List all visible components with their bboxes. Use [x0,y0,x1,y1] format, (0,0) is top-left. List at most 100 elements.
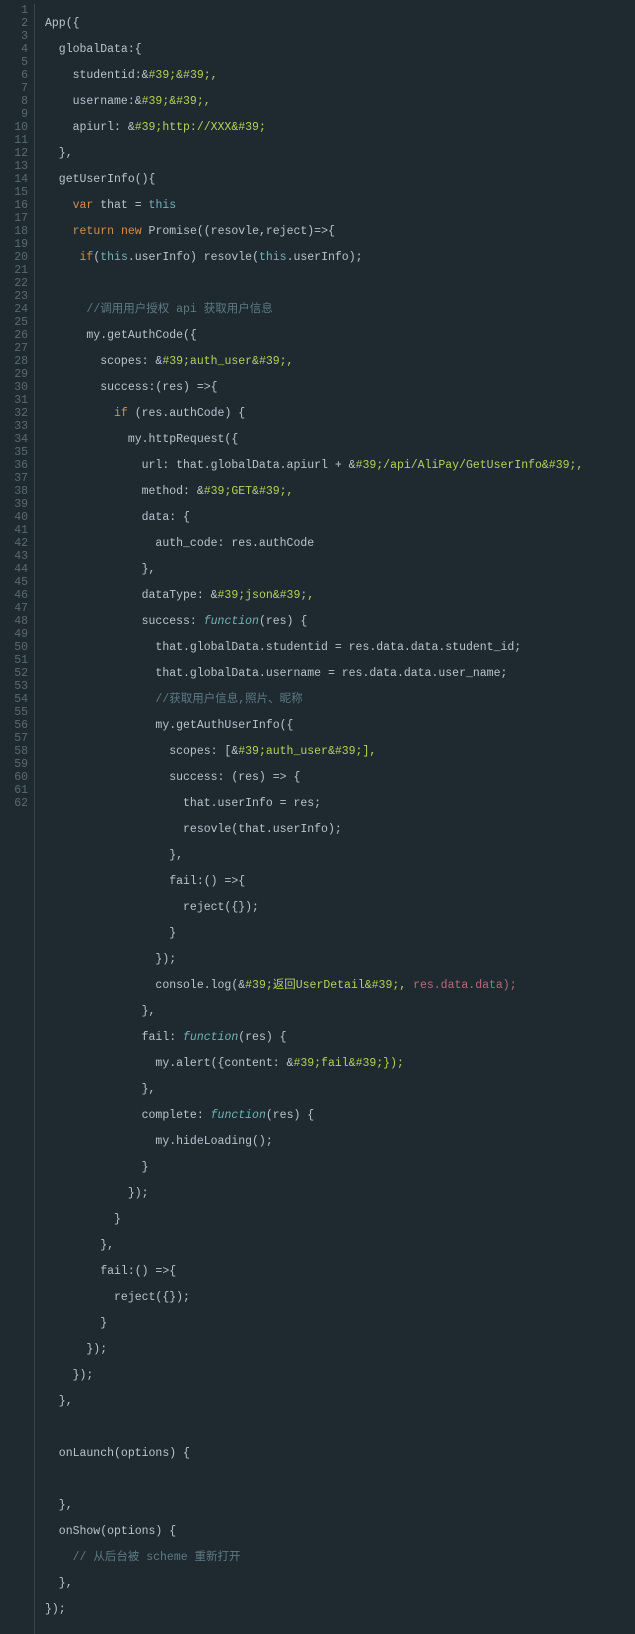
line-number: 34 [0,433,28,446]
code-line: success: function(res) { [45,615,635,628]
line-number: 43 [0,550,28,563]
code-line [45,1421,635,1434]
code-line: that.globalData.studentid = res.data.dat… [45,641,635,654]
line-number: 21 [0,264,28,277]
code-line: fail:() =>{ [45,875,635,888]
code-line: return new Promise((resovle,reject)=>{ [45,225,635,238]
line-number: 28 [0,355,28,368]
line-number: 55 [0,706,28,719]
code-line: }, [45,1395,635,1408]
code-line: onShow(options) { [45,1525,635,1538]
code-line: //调用用户授权 api 获取用户信息 [45,303,635,316]
line-number: 50 [0,641,28,654]
line-number: 10 [0,121,28,134]
line-number: 48 [0,615,28,628]
line-number: 8 [0,95,28,108]
code-line: }, [45,1239,635,1252]
code-line: }); [45,1343,635,1356]
line-number: 16 [0,199,28,212]
line-number: 22 [0,277,28,290]
code-line: that.globalData.username = res.data.data… [45,667,635,680]
code-line: console.log(&#39;返回UserDetail&#39;, res.… [45,979,635,992]
line-number: 39 [0,498,28,511]
code-line: } [45,1161,635,1174]
line-number: 24 [0,303,28,316]
line-number: 17 [0,212,28,225]
line-number: 27 [0,342,28,355]
line-number: 18 [0,225,28,238]
code-line: success: (res) => { [45,771,635,784]
code-line: username:&#39;&#39;, [45,95,635,108]
code-line: onLaunch(options) { [45,1447,635,1460]
code-editor: 1234567891011121314151617181920212223242… [0,0,635,1634]
code-line: scopes: [&#39;auth_user&#39;], [45,745,635,758]
line-number: 2 [0,17,28,30]
code-line: studentid:&#39;&#39;, [45,69,635,82]
code-line: }, [45,147,635,160]
code-line: }); [45,1603,635,1616]
code-line: }, [45,1005,635,1018]
code-line: getUserInfo(){ [45,173,635,186]
line-number: 62 [0,797,28,810]
code-line: }); [45,953,635,966]
line-number: 61 [0,784,28,797]
code-line: var that = this [45,199,635,212]
code-line: reject({}); [45,901,635,914]
code-line: // 从后台被 scheme 重新打开 [45,1551,635,1564]
line-number: 4 [0,43,28,56]
line-number: 3 [0,30,28,43]
line-number: 49 [0,628,28,641]
line-number: 59 [0,758,28,771]
code-line [45,1473,635,1486]
code-line: }); [45,1187,635,1200]
code-area: App({ globalData:{ studentid:&#39;&#39;,… [35,4,635,1634]
code-line: //获取用户信息,照片、昵称 [45,693,635,706]
line-number: 1 [0,4,28,17]
code-line: that.userInfo = res; [45,797,635,810]
line-number: 37 [0,472,28,485]
line-number: 14 [0,173,28,186]
line-number: 58 [0,745,28,758]
code-line: fail:() =>{ [45,1265,635,1278]
code-line: } [45,1317,635,1330]
line-number: 30 [0,381,28,394]
code-line: my.hideLoading(); [45,1135,635,1148]
code-line: }, [45,1083,635,1096]
line-number: 51 [0,654,28,667]
code-line: my.getAuthUserInfo({ [45,719,635,732]
code-line: }, [45,1577,635,1590]
line-number: 38 [0,485,28,498]
line-number: 42 [0,537,28,550]
line-number: 25 [0,316,28,329]
line-number: 44 [0,563,28,576]
line-number: 46 [0,589,28,602]
line-number: 19 [0,238,28,251]
line-number: 56 [0,719,28,732]
code-line: apiurl: &#39;http://XXX&#39; [45,121,635,134]
line-number: 13 [0,160,28,173]
code-line: }, [45,1499,635,1512]
code-line: dataType: &#39;json&#39;, [45,589,635,602]
line-number: 52 [0,667,28,680]
code-line: my.getAuthCode({ [45,329,635,342]
line-number: 32 [0,407,28,420]
line-number: 6 [0,69,28,82]
code-line: complete: function(res) { [45,1109,635,1122]
code-line: }, [45,849,635,862]
code-line: if(this.userInfo) resovle(this.userInfo)… [45,251,635,264]
code-line [45,277,635,290]
code-line: fail: function(res) { [45,1031,635,1044]
line-number: 45 [0,576,28,589]
code-line: App({ [45,17,635,30]
code-line: url: that.globalData.apiurl + &#39;/api/… [45,459,635,472]
line-number: 7 [0,82,28,95]
line-number: 33 [0,420,28,433]
code-line: } [45,927,635,940]
line-number: 29 [0,368,28,381]
code-line: data: { [45,511,635,524]
line-number: 57 [0,732,28,745]
code-line: success:(res) =>{ [45,381,635,394]
code-line: if (res.authCode) { [45,407,635,420]
line-number-gutter: 1234567891011121314151617181920212223242… [0,4,35,1634]
line-number: 36 [0,459,28,472]
